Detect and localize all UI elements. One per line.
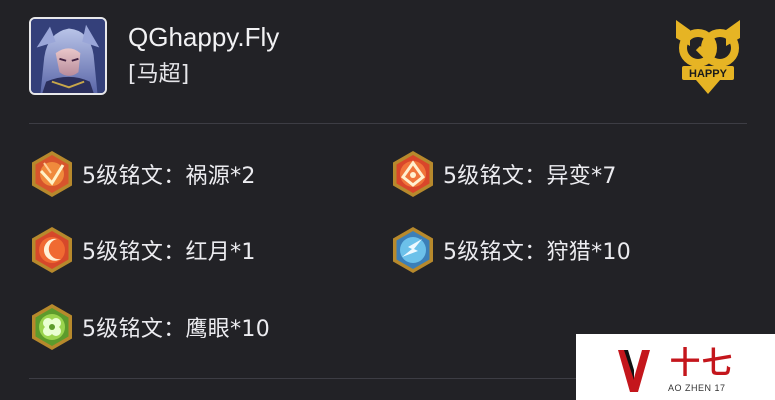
red-inscription-icon [27,149,77,199]
inscription-label: 5级铭文：鹰眼*10 [82,317,270,342]
qg-happy-logo-icon: HAPPY [676,20,740,94]
inscription-item: 5级铭文：狩猎*10 [388,225,631,275]
build-card: QGhappy.Fly [马超] HAPPY 5级铭文：祸源*2 5级铭文：异变… [0,0,775,400]
hero-name: [马超] [128,62,190,87]
red-inscription-icon [27,225,77,275]
watermark-subtitle: AO ZHEN 17 [668,383,726,393]
player-name: QGhappy.Fly [128,22,280,52]
inscription-label: 5级铭文：异变*7 [443,164,617,189]
v-logo-icon [618,350,650,392]
inscription-label: 5级铭文：祸源*2 [82,164,256,189]
inscription-label: 5级铭文：狩猎*10 [443,240,631,265]
blue-inscription-icon [388,225,438,275]
watermark: 十七 AO ZHEN 17 [576,334,775,400]
inscription-item: 5级铭文：祸源*2 [27,149,256,199]
inscription-item: 5级铭文：鹰眼*10 [27,302,270,352]
team-logo: HAPPY [668,18,748,96]
header-divider [29,123,747,124]
hero-portrait-icon [31,19,105,93]
inscription-label: 5级铭文：红月*1 [82,240,256,265]
watermark-title: 十七 [670,346,734,381]
green-inscription-icon [27,302,77,352]
inscription-item: 5级铭文：红月*1 [27,225,256,275]
hero-avatar[interactable] [29,17,107,95]
svg-text:HAPPY: HAPPY [689,68,728,80]
red-inscription-icon [388,149,438,199]
inscription-item: 5级铭文：异变*7 [388,149,617,199]
